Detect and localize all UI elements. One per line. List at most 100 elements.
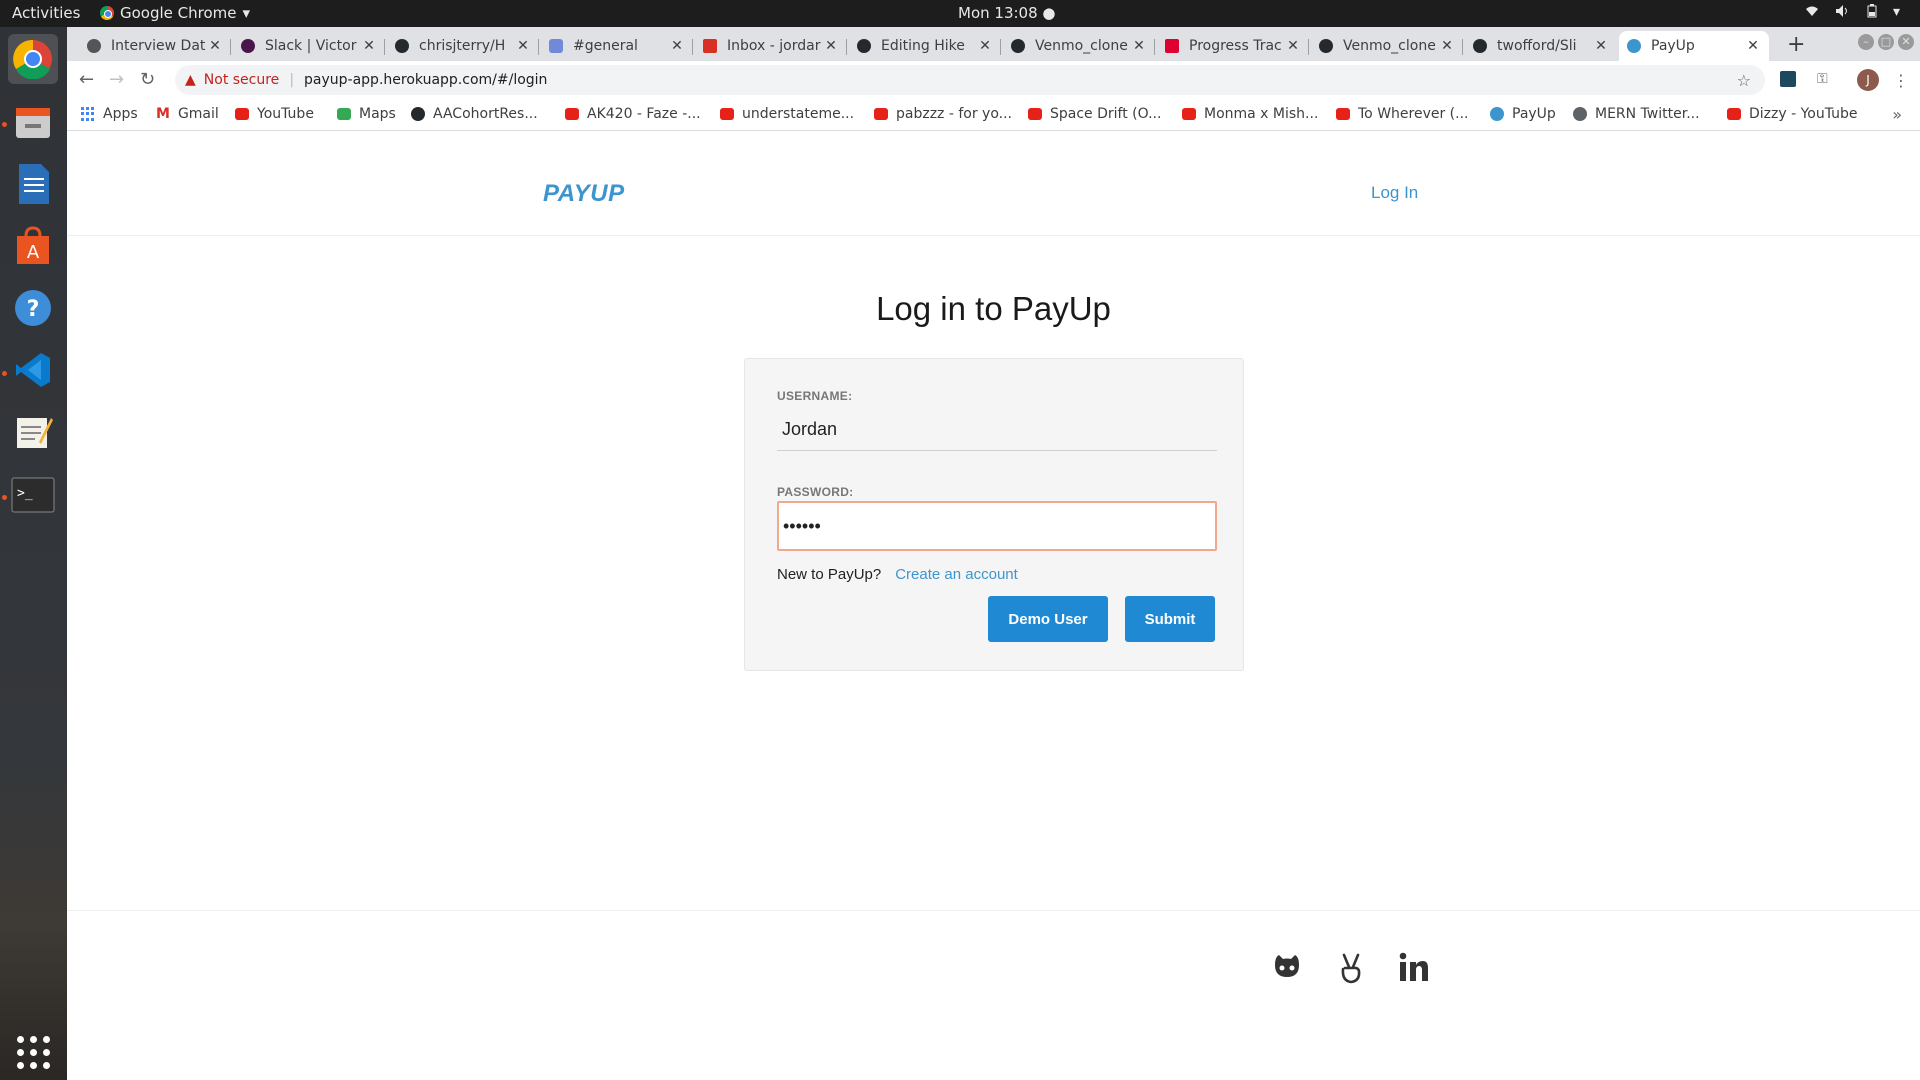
tab-title: Interview Dat [111,38,206,54]
username-label: USERNAME: [777,389,853,403]
back-arrow-icon[interactable]: ← [79,69,94,90]
tab[interactable]: Venmo_clone ✕ [1003,31,1155,61]
github-icon[interactable] [1270,951,1304,985]
submit-button[interactable]: Submit [1125,596,1215,642]
chevron-right-double-icon[interactable]: » [1892,105,1902,124]
close-window-button[interactable]: ✕ [1898,34,1914,50]
activities-button[interactable]: Activities [12,4,80,22]
dock-files[interactable] [8,97,58,147]
youtube-icon [874,108,888,120]
address-bar[interactable]: ▲ Not secure | payup-app.herokuapp.com/#… [175,65,1765,95]
bookmark-item[interactable]: Space Drift (O... [1028,106,1161,122]
tab[interactable]: #general ✕ [541,31,693,61]
close-icon[interactable]: ✕ [515,38,531,54]
forward-arrow-icon[interactable]: → [109,69,124,90]
tab[interactable]: chrisjterry/H ✕ [387,31,539,61]
tab[interactable]: Slack | Victor ✕ [233,31,385,61]
dock-vscode[interactable] [8,345,58,395]
close-icon[interactable]: ✕ [977,38,993,54]
url-text[interactable]: payup-app.herokuapp.com/#/login [304,72,547,88]
tab-title: #general [573,38,638,54]
close-icon[interactable]: ✕ [1593,38,1609,54]
username-input[interactable] [777,409,1217,451]
bookmark-item[interactable]: M Gmail [156,106,219,122]
tab[interactable]: Inbox - jordar ✕ [695,31,847,61]
tab[interactable]: Progress Trac ✕ [1157,31,1309,61]
bookmark-item[interactable]: Dizzy - YouTube [1727,106,1858,122]
tab[interactable]: Venmo_clone ✕ [1311,31,1463,61]
page-title: Log in to PayUp [876,290,1111,327]
youtube-icon [720,108,734,120]
dock-writer[interactable] [8,159,58,209]
youtube-icon [1727,108,1741,120]
close-icon[interactable]: ✕ [1131,38,1147,54]
dock-help[interactable]: ? [8,283,58,333]
bookmark-item[interactable]: understateme... [720,106,854,122]
dock-terminal[interactable]: >_ [8,470,58,520]
bookmark-item[interactable]: AK420 - Faze -... [565,106,701,122]
key-icon[interactable]: ⚿ [1817,71,1828,87]
bookmark-item[interactable]: MERN Twitter... [1573,106,1700,122]
close-icon[interactable]: ✕ [207,38,223,54]
create-account-link[interactable]: Create an account [895,566,1018,583]
youtube-icon [1336,108,1350,120]
maximize-button[interactable]: □ [1878,34,1894,50]
bookmark-item[interactable]: AACohortRes... [411,106,538,122]
nav-login-link[interactable]: Log In [1371,183,1418,203]
dock-text-editor[interactable] [8,407,58,457]
react-devtools-icon[interactable] [1780,71,1796,87]
app-menu-label: Google Chrome [120,4,237,22]
chat-icon [549,39,563,53]
warning-icon[interactable]: ▲ [185,72,196,88]
site-header: PAYUP Log In [67,131,1920,236]
bookmark-label: PayUp [1512,106,1556,122]
site-logo[interactable]: PAYUP [543,180,625,208]
bookmark-label: To Wherever (... [1358,106,1469,122]
running-indicator [2,122,7,127]
app-menu[interactable]: Google Chrome ▾ [100,4,250,22]
bookmark-label: AACohortRes... [433,106,538,122]
new-tab-button[interactable]: + [1787,32,1805,57]
bookmark-star-icon[interactable]: ☆ [1737,71,1751,90]
close-icon[interactable]: ✕ [1285,38,1301,54]
tab[interactable]: Editing Hike ✕ [849,31,1001,61]
show-applications-button[interactable] [8,1027,58,1077]
dock-software[interactable]: A [8,221,58,271]
linkedin-icon[interactable] [1397,951,1431,985]
bookmark-item[interactable]: Maps [337,106,396,122]
tab[interactable]: twofford/Sli ✕ [1465,31,1617,61]
password-input[interactable] [777,501,1217,551]
avatar[interactable]: J [1857,69,1879,91]
system-tray[interactable]: ▾ [1805,4,1900,20]
close-icon[interactable]: ✕ [1745,38,1761,54]
minimize-button[interactable]: – [1858,34,1874,50]
bookmark-item[interactable]: Monma x Mish... [1182,106,1318,122]
bookmark-item[interactable]: Apps [81,106,138,122]
tab-title: Venmo_clone [1343,38,1436,54]
close-icon[interactable]: ✕ [669,38,685,54]
security-status[interactable]: Not secure [204,72,280,88]
tab-strip: Interview Dat ✕ Slack | Victor ✕ chrisjter… [67,27,1920,61]
demo-user-button[interactable]: Demo User [988,596,1108,642]
divider: | [289,72,295,88]
clock[interactable]: Mon 13:08 ● [958,4,1055,22]
bookmark-item[interactable]: To Wherever (... [1336,106,1469,122]
bookmark-label: MERN Twitter... [1595,106,1700,122]
bookmark-label: Apps [103,106,138,122]
close-icon[interactable]: ✕ [361,38,377,54]
angellist-icon[interactable] [1334,951,1368,985]
tab-title: Progress Trac [1189,38,1282,54]
bookmark-item[interactable]: pabzzz - for yo... [874,106,1012,122]
youtube-icon [1182,108,1196,120]
running-indicator [2,495,7,500]
bookmark-item[interactable]: YouTube [235,106,314,122]
dock-chrome[interactable] [8,34,58,84]
bookmark-item[interactable]: PayUp [1490,106,1556,122]
running-indicator [2,371,7,376]
tab-active[interactable]: PayUp ✕ [1619,31,1769,61]
close-icon[interactable]: ✕ [823,38,839,54]
kebab-menu-icon[interactable]: ⋮ [1893,71,1909,90]
tab[interactable]: Interview Dat ✕ [79,31,231,61]
reload-icon[interactable]: ↻ [140,69,155,90]
close-icon[interactable]: ✕ [1439,38,1455,54]
